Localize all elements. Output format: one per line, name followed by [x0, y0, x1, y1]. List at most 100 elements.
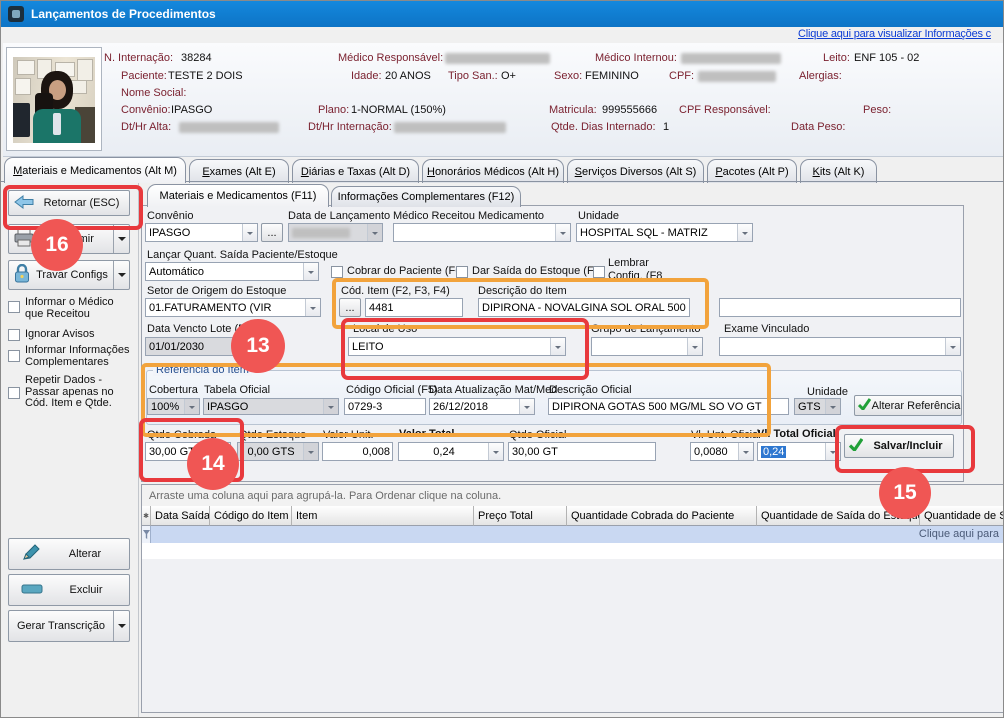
tab-materiais-medicamentos[interactable]: Materiais e Medicamentos (Alt M)	[4, 157, 186, 183]
grid-groupby-bar[interactable]: Arraste uma coluna aqui para agrupá-la. …	[142, 485, 1004, 507]
back-arrow-icon	[14, 195, 34, 212]
codigo-oficial-input[interactable]: 0729-3	[344, 398, 426, 415]
label-leito: Leito:	[823, 52, 850, 64]
lock-icon	[13, 264, 31, 287]
tab-informacoes-f12[interactable]: Informações Complementares (F12)	[331, 186, 521, 207]
checkbox-informar-medico[interactable]	[8, 301, 20, 313]
convenio-browse-button[interactable]: ...	[261, 223, 283, 242]
checkbox-ignorar-avisos[interactable]	[8, 329, 20, 341]
checkbox-repetir-dados[interactable]	[8, 387, 20, 399]
data-lancamento-select[interactable]	[288, 223, 383, 242]
local-uso-select[interactable]: LEITO	[348, 337, 566, 356]
tab-honorarios-medicos[interactable]: Honorários Médicos (Alt H)	[422, 159, 564, 183]
checkbox-informar-medico-label: Informar o Médico que Receitou	[25, 297, 135, 320]
checkbox-informar-complementares[interactable]	[8, 350, 20, 362]
qtde-estoque-select[interactable]: 0,00 GTS	[237, 442, 319, 461]
checkbox-repetir-dados-label: Repetir Dados - Passar apenas no Cód. It…	[25, 375, 127, 410]
app-window: Lançamentos de Procedimentos Clique aqui…	[0, 0, 1004, 718]
label-medico-responsavel: Médico Responsável:	[338, 52, 443, 64]
checkbox-cobrar-paciente[interactable]	[331, 266, 343, 278]
travar-configs-button[interactable]: Travar Configs	[8, 260, 130, 290]
descricao-oficial-label: Descrição Oficial	[549, 384, 632, 396]
cobertura-select[interactable]: 100%	[147, 398, 200, 415]
retornar-button[interactable]: Retornar (ESC)	[8, 190, 130, 216]
checkbox-dar-saida[interactable]	[456, 266, 468, 278]
qtde-cobrada-select[interactable]: 30,00 GTS	[145, 442, 231, 461]
unidade-select[interactable]: HOSPITAL SQL - MATRIZ	[576, 223, 753, 242]
gerar-transcricao-dropdown-arrow[interactable]	[114, 620, 129, 632]
qtde-cobrada-label: Qtde Cobrada	[147, 429, 216, 441]
grid-filter-row[interactable]: Clique aqui para	[142, 526, 1004, 544]
grid-groupby-hint: Arraste uma coluna aqui para agrupá-la. …	[149, 490, 501, 502]
descricao-extra-input[interactable]	[719, 298, 961, 317]
convenio-select[interactable]: IPASGO	[145, 223, 258, 242]
grid-header-preco-total[interactable]: Preço Total	[474, 506, 567, 526]
chevron-down-icon	[945, 338, 960, 355]
exame-vinculado-select[interactable]	[719, 337, 961, 356]
vl-unt-oficial-select[interactable]: 0,0080	[690, 442, 754, 461]
tab-exames[interactable]: Exames (Alt E)	[189, 159, 289, 183]
cobertura-label: Cobertura	[149, 384, 198, 396]
checkbox-lembrar-config[interactable]	[593, 266, 605, 278]
cod-item-input[interactable]: 4481	[365, 298, 463, 317]
valor-total-select[interactable]: 0,24	[398, 442, 504, 461]
checkbox-lembrar-label-line1: Lembrar	[608, 258, 649, 270]
value-convenio: IPASGO	[171, 104, 212, 116]
grid-header-qtd-sa[interactable]: Quantidade de Sa	[920, 506, 1004, 526]
gerar-transcricao-button[interactable]: Gerar Transcrição	[8, 610, 130, 642]
alterar-button[interactable]: Alterar	[8, 538, 130, 570]
data-atualizacao-select[interactable]: 26/12/2018	[429, 398, 535, 415]
salvar-incluir-button[interactable]: Salvar/Incluir	[844, 434, 954, 458]
chevron-down-icon	[687, 338, 702, 355]
value-n-internacao: 38284	[181, 52, 212, 64]
grupo-lancamento-select[interactable]	[591, 337, 703, 356]
grid-header-item[interactable]: Item	[292, 506, 474, 526]
alterar-referencia-button[interactable]: Alterar Referência	[854, 395, 962, 416]
chevron-down-icon	[738, 443, 753, 460]
qtde-oficial-input[interactable]: 30,00 GT	[508, 442, 656, 461]
data-vencto-input[interactable]: 01/01/2030	[145, 337, 242, 356]
setor-select[interactable]: 01.FATURAMENTO (VIR	[145, 298, 321, 317]
chevron-down-icon	[367, 224, 382, 241]
imprimir-button[interactable]: Imprimir	[8, 224, 130, 254]
label-idade: Idade:	[351, 70, 382, 82]
descricao-oficial-input[interactable]: DIPIRONA GOTAS 500 MG/ML SO VO GT	[548, 398, 789, 415]
grid-header-data-saida[interactable]: Data Saída	[151, 506, 210, 526]
chevron-down-icon	[825, 399, 840, 414]
data-atualizacao-label: Data Atualização Mat/Med	[429, 384, 557, 396]
label-sexo: Sexo:	[554, 70, 582, 82]
chevron-down-icon	[555, 224, 570, 241]
referencia-unidade-select[interactable]: GTS	[794, 398, 841, 415]
valor-unit-label: Valor Unit.	[323, 429, 374, 441]
tab-servicos-diversos[interactable]: Serviços Diversos (Alt S)	[567, 159, 704, 183]
grid-header-qtd-cobrada[interactable]: Quantidade Cobrada do Paciente	[567, 506, 757, 526]
info-link[interactable]: Clique aqui para visualizar Informações …	[798, 28, 991, 40]
descricao-item-input[interactable]: DIPIRONA - NOVALGINA SOL ORAL 500 MG/ML …	[478, 298, 690, 317]
tabela-oficial-select[interactable]: IPASGO	[203, 398, 339, 415]
imprimir-dropdown-arrow[interactable]	[114, 233, 129, 245]
tab-kits[interactable]: Kits (Alt K)	[800, 159, 877, 183]
value-plano: 1-NORMAL (150%)	[351, 104, 446, 116]
exame-vinculado-label: Exame Vinculado	[724, 323, 809, 335]
tab-pacotes[interactable]: Pacotes (Alt P)	[707, 159, 797, 183]
grid-header-row: ✱ Data Saída Código do Item Item Preço T…	[142, 506, 1004, 526]
tab-materiais-f11[interactable]: Materiais e Medicamentos (F11)	[147, 184, 329, 207]
grid-header-qtd-saida-estoque[interactable]: Quantidade de Saída do Estoque	[757, 506, 920, 526]
medico-receitou-select[interactable]	[393, 223, 571, 242]
cod-item-browse-button[interactable]: ...	[339, 298, 361, 317]
vl-total-oficial-select[interactable]: 0,24	[757, 442, 841, 461]
grid-header-codigo-item[interactable]: Código do Item	[210, 506, 292, 526]
travar-dropdown-arrow[interactable]	[114, 269, 129, 281]
tab-diarias-taxas[interactable]: Diárias e Taxas (Alt D)	[292, 159, 419, 183]
chevron-down-icon	[184, 399, 199, 414]
chevron-down-icon	[825, 443, 840, 460]
label-alergias: Alergias:	[799, 70, 842, 82]
lancar-quant-select[interactable]: Automático	[145, 262, 319, 281]
title-bar[interactable]: Lançamentos de Procedimentos	[1, 1, 1004, 27]
excluir-button[interactable]: Excluir	[8, 574, 130, 606]
label-dthr-alta: Dt/Hr Alta:	[121, 121, 171, 133]
grid-header-indicator: ✱	[142, 506, 151, 526]
value-idade: 20 ANOS	[385, 70, 431, 82]
chevron-down-icon	[303, 443, 318, 460]
valor-unit-input[interactable]: 0,008	[322, 442, 393, 461]
